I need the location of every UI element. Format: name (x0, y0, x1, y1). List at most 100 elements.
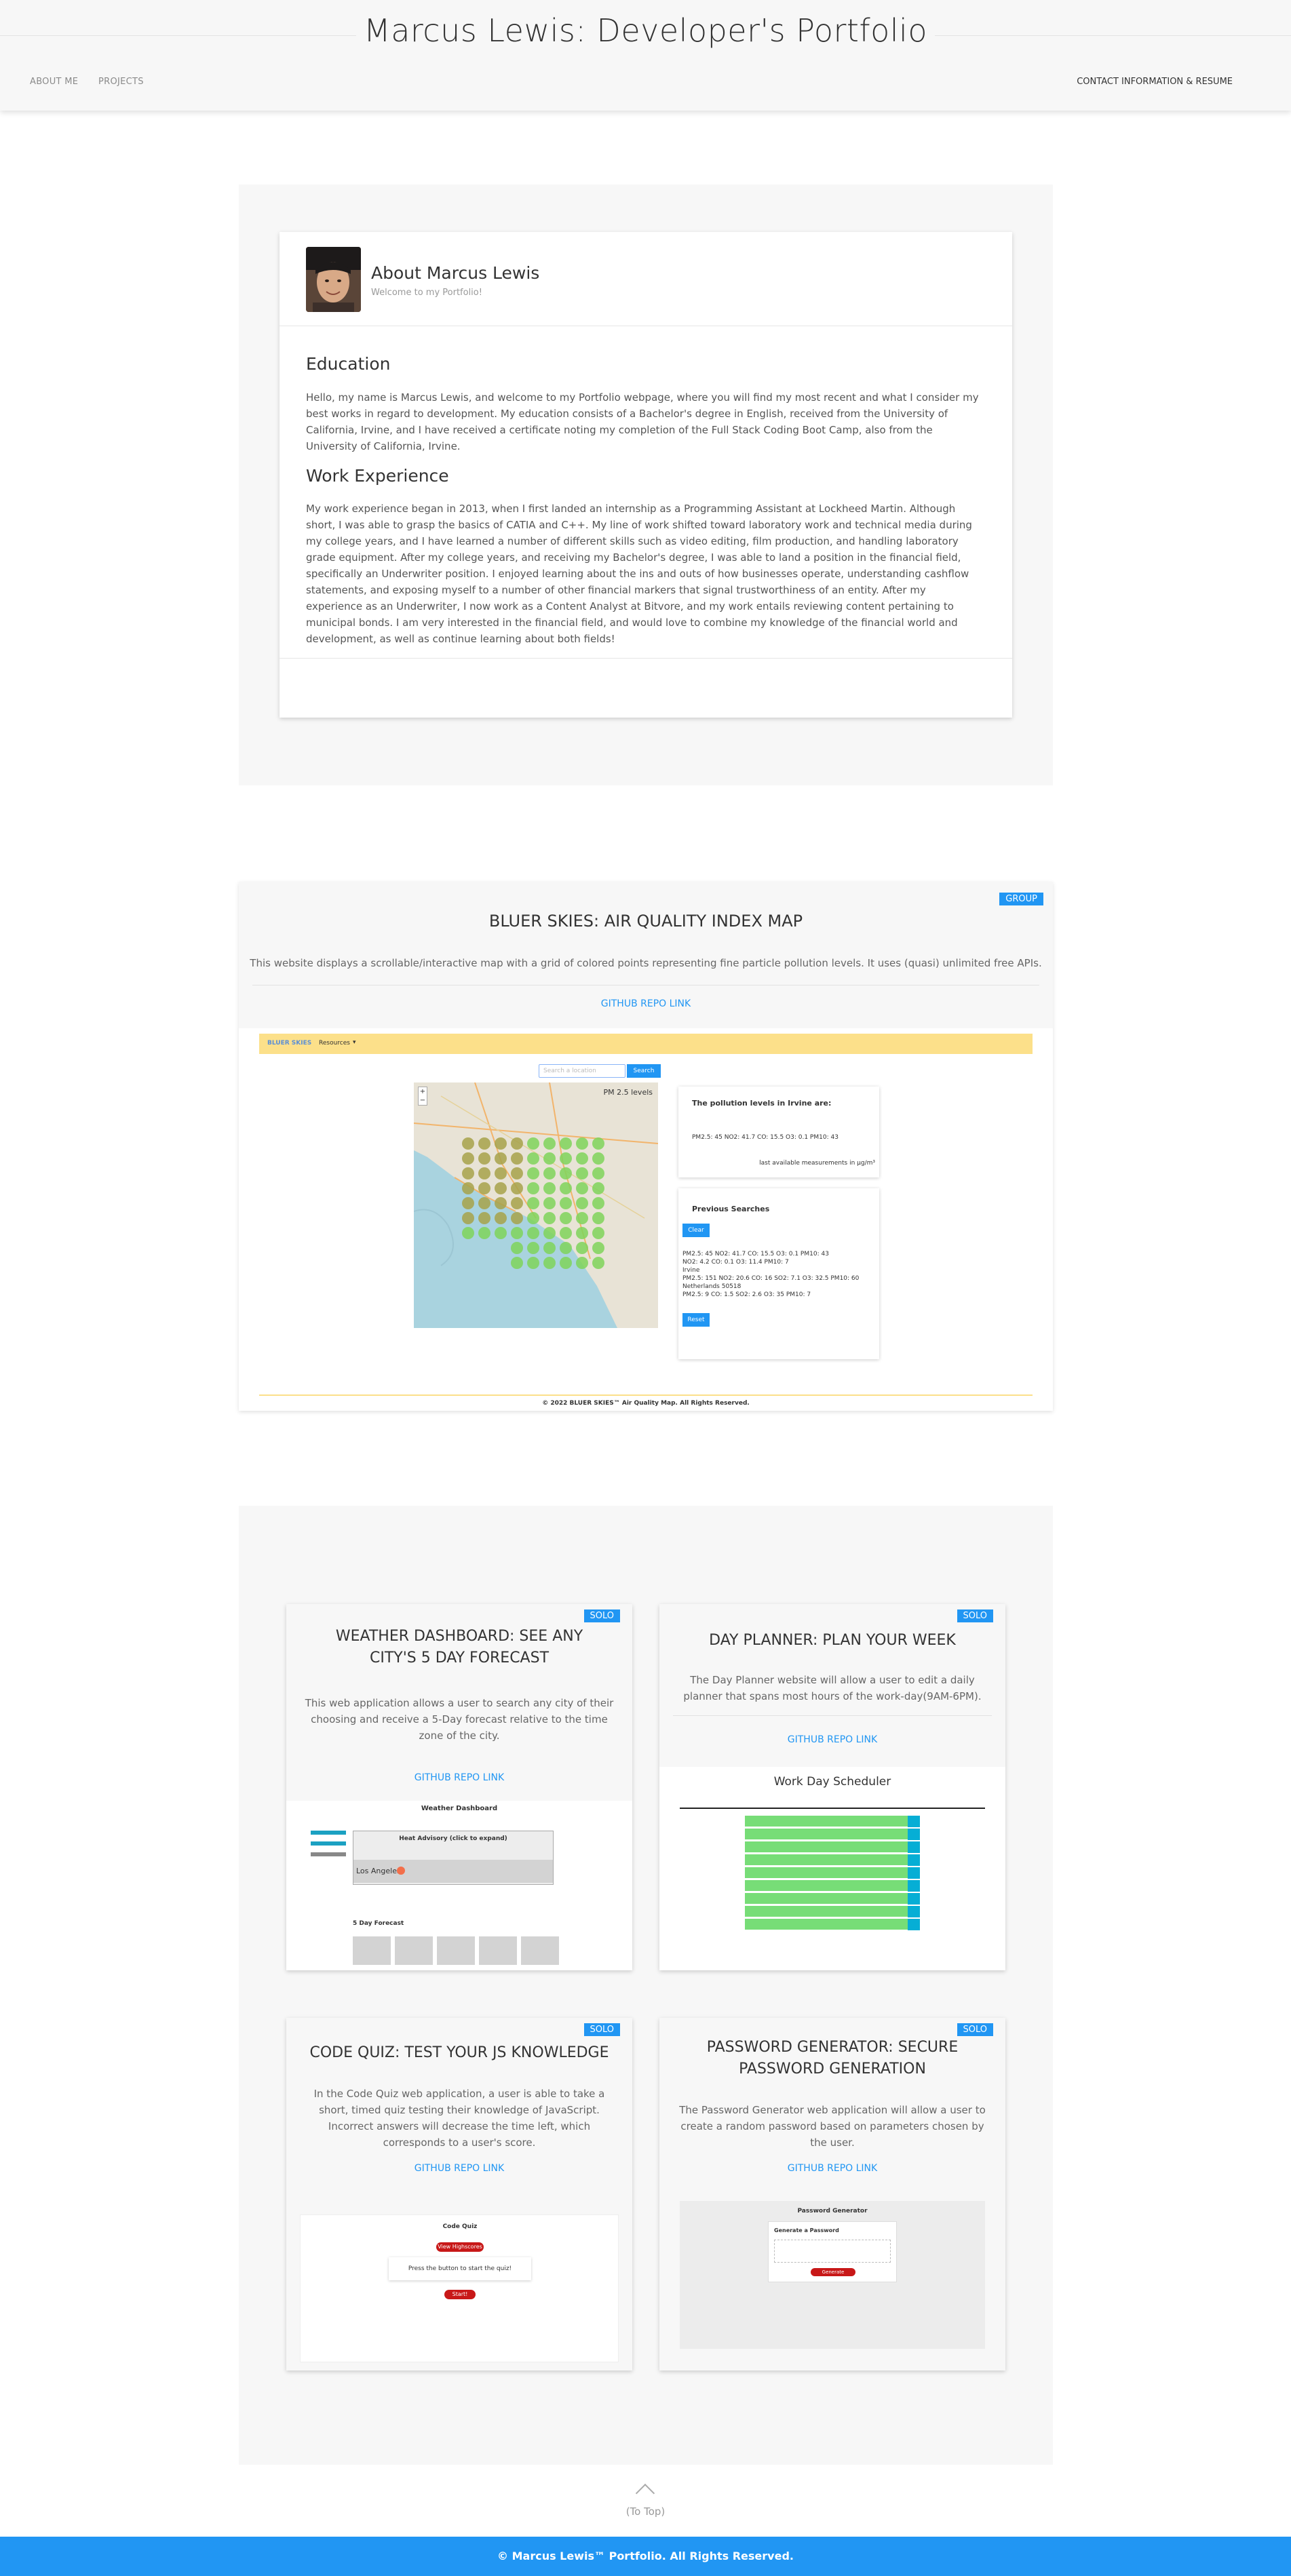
shot-planner-row (745, 1919, 920, 1930)
group-badge: GROUP (999, 893, 1043, 905)
aqi-dot (543, 1242, 556, 1254)
project-screenshot[interactable]: Work Day Scheduler (659, 1767, 1005, 1970)
project-screenshot[interactable]: BLUER SKIES Resources ▾ Search a locatio… (239, 1028, 1053, 1411)
aqi-dot (560, 1212, 572, 1224)
aqi-dot (576, 1167, 588, 1179)
nav-about-me[interactable]: ABOUT ME (30, 77, 78, 87)
aqi-dot (462, 1197, 474, 1209)
shot-prev-line: PM2.5: 45 NO2: 41.7 CO: 15.5 O3: 0.1 PM1… (682, 1251, 829, 1257)
zoom-controls: + − (418, 1087, 427, 1106)
github-repo-link[interactable]: GITHUB REPO LINK (659, 1734, 1005, 1745)
site-header: Marcus Lewis: Developer's Portfolio ABOU… (0, 0, 1291, 111)
project-description: The Password Generator web application w… (679, 2104, 986, 2149)
aqi-dot (560, 1197, 572, 1209)
nav-projects[interactable]: PROJECTS (98, 77, 144, 87)
project-card-planner: SOLO DAY PLANNER: PLAN YOUR WEEK The Day… (659, 1604, 1005, 1970)
avatar (306, 247, 361, 312)
aqi-dot (495, 1227, 507, 1239)
shot-title: Password Generator (797, 2208, 868, 2214)
aqi-dot (478, 1182, 490, 1194)
solo-badge: SOLO (957, 2023, 993, 2036)
aqi-dot (560, 1182, 572, 1194)
project-screenshot[interactable]: Password Generator Generate a Password G… (680, 2201, 985, 2349)
nav-contact-resume[interactable]: CONTACT INFORMATION & RESUME (1077, 77, 1233, 87)
about-card: About Marcus Lewis Welcome to my Portfol… (280, 232, 1012, 718)
aqi-dot (543, 1182, 556, 1194)
about-title: About Marcus Lewis (371, 263, 540, 283)
shot-prev-line: Netherlands 50518 (682, 1283, 741, 1290)
aqi-dot (495, 1152, 507, 1165)
shot-forecast-box (353, 1936, 391, 1965)
divider (259, 1394, 1033, 1396)
solo-badge: SOLO (583, 2023, 620, 2036)
project-screenshot[interactable]: Code Quiz View Highscores Press the butt… (300, 2214, 619, 2362)
aqi-dot (511, 1257, 523, 1269)
shot-title: Work Day Scheduler (773, 1775, 891, 1789)
aqi-dot (543, 1137, 556, 1150)
aqi-dot (478, 1137, 490, 1150)
github-repo-link[interactable]: GITHUB REPO LINK (239, 998, 1053, 1009)
project-description: In the Code Quiz web application, a user… (313, 2088, 605, 2149)
github-repo-link[interactable]: GITHUB REPO LINK (659, 2163, 1005, 2174)
aqi-dot (560, 1167, 572, 1179)
projects-section: SOLO WEATHER DASHBOARD: SEE ANY CITY'S 5… (239, 1506, 1053, 2465)
aqi-dot (592, 1167, 604, 1179)
aqi-dot (560, 1137, 572, 1150)
project-description: This website displays a scrollable/inter… (250, 957, 1042, 969)
shot-forecast-box (479, 1936, 517, 1965)
aqi-dot (462, 1182, 474, 1194)
shot-start-button: Start! (444, 2290, 476, 2299)
aqi-dot (543, 1227, 556, 1239)
aqi-dot (511, 1227, 523, 1239)
work-heading: Work Experience (306, 466, 449, 486)
shot-logo: BLUER SKIES (267, 1040, 312, 1047)
aqi-dot (543, 1212, 556, 1224)
shot-search-input: Search a location (539, 1064, 625, 1078)
shot-sub: Generate a Password (774, 2227, 839, 2233)
aqi-dot (511, 1242, 523, 1254)
save-icon (908, 1919, 920, 1930)
shot-reset-button: Reset (682, 1313, 710, 1327)
shot-planner-row (745, 1893, 920, 1905)
aqi-dot (527, 1212, 539, 1224)
aqi-dot (462, 1137, 474, 1150)
aqi-dot (592, 1212, 604, 1224)
site-footer: © Marcus Lewis™ Portfolio. All Rights Re… (0, 2537, 1291, 2576)
aqi-dot (592, 1197, 604, 1209)
shot-alert: Heat Advisory (click to expand) Los Ange… (353, 1831, 554, 1885)
aqi-dot (462, 1152, 474, 1165)
project-title: WEATHER DASHBOARD: SEE ANY CITY'S 5 DAY … (335, 1628, 583, 1666)
aqi-dot (495, 1182, 507, 1194)
github-repo-link[interactable]: GITHUB REPO LINK (286, 1772, 632, 1783)
aqi-dot (592, 1137, 604, 1150)
aqi-dot (576, 1242, 588, 1254)
shot-footer: © 2022 BLUER SKIES™ Air Quality Map. All… (542, 1400, 750, 1407)
aqi-dot (560, 1257, 572, 1269)
project-card-quiz: SOLO CODE QUIZ: TEST YOUR JS KNOWLEDGE I… (286, 2018, 632, 2370)
shot-planner-row (745, 1906, 920, 1917)
github-repo-link[interactable]: GITHUB REPO LINK (286, 2163, 632, 2174)
project-screenshot[interactable]: Weather Dashboard Heat Advisory (click t… (286, 1801, 632, 1970)
shot-levels-note: last available measurements in μg/m³ (759, 1160, 875, 1167)
shot-generator-card: Generate a Password Generate Password (768, 2221, 897, 2283)
shot-levels-title: The pollution levels in Irvine are: (692, 1099, 832, 1108)
shot-prev-title: Previous Searches (692, 1205, 770, 1213)
aqi-dot (592, 1242, 604, 1254)
project-title: CODE QUIZ: TEST YOUR JS KNOWLEDGE (309, 2044, 609, 2061)
aqi-dot (478, 1197, 490, 1209)
chevron-up-icon[interactable] (635, 2483, 655, 2503)
shot-clear-button: Clear (682, 1224, 710, 1237)
aqi-dot (527, 1182, 539, 1194)
save-icon (908, 1880, 920, 1892)
save-icon (908, 1854, 920, 1866)
shot-generate-button: Generate Password (811, 2268, 855, 2283)
shot-city-bar: Los Angeles (353, 1860, 553, 1883)
to-top-link[interactable]: (To Top) (0, 2505, 1291, 2518)
shot-planner-row (745, 1829, 920, 1840)
shot-highscores-button: View Highscores (436, 2242, 484, 2252)
aqi-dot (527, 1242, 539, 1254)
aqi-dot (592, 1182, 604, 1194)
shot-forecast-box (395, 1936, 433, 1965)
save-icon (908, 1867, 920, 1879)
shot-planner-row (745, 1841, 920, 1853)
